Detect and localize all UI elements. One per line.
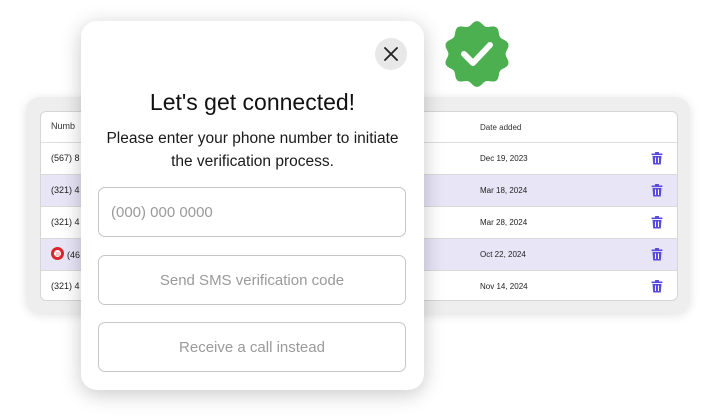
column-header-number: Numb: [51, 121, 76, 131]
phone-number-cell: (46: [51, 247, 81, 260]
date-added-cell: Dec 19, 2023: [480, 154, 528, 163]
phone-number-text: (321) 4: [51, 185, 80, 195]
trash-icon[interactable]: [651, 152, 663, 165]
date-added-cell: Nov 14, 2024: [480, 282, 528, 291]
phone-number-text: (567) 8: [51, 153, 80, 163]
close-icon: [384, 47, 398, 61]
close-button[interactable]: [375, 38, 407, 70]
trash-icon[interactable]: [651, 216, 663, 229]
phone-number-cell: (321) 4: [51, 185, 80, 195]
phone-number-text: (321) 4: [51, 217, 80, 227]
trash-icon[interactable]: [651, 248, 663, 261]
column-header-date: Date added: [480, 123, 522, 132]
modal-title: Let's get connected!: [149, 89, 356, 115]
trash-icon[interactable]: [651, 184, 663, 197]
trash-icon[interactable]: [651, 280, 663, 293]
modal-subtitle: Please enter your phone number to initia…: [106, 130, 399, 170]
send-sms-button[interactable]: Send SMS verification code: [98, 255, 406, 305]
date-added-cell: Mar 18, 2024: [480, 186, 528, 195]
phone-number-text: (321) 4: [51, 281, 80, 291]
phone-number-input[interactable]: [98, 187, 406, 237]
phone-number-cell: (321) 4: [51, 217, 80, 227]
twilio-icon: [51, 247, 64, 260]
phone-number-cell: (567) 8: [51, 153, 80, 163]
date-added-cell: Oct 22, 2024: [480, 250, 526, 259]
verified-check-badge-icon: [445, 21, 509, 87]
receive-call-button[interactable]: Receive a call instead: [98, 322, 406, 372]
phone-number-cell: (321) 4: [51, 281, 80, 291]
verification-modal: Let's get connected! Please enter your p…: [81, 21, 424, 390]
phone-number-text: (46: [67, 249, 81, 260]
date-added-cell: Mar 28, 2024: [480, 218, 528, 227]
